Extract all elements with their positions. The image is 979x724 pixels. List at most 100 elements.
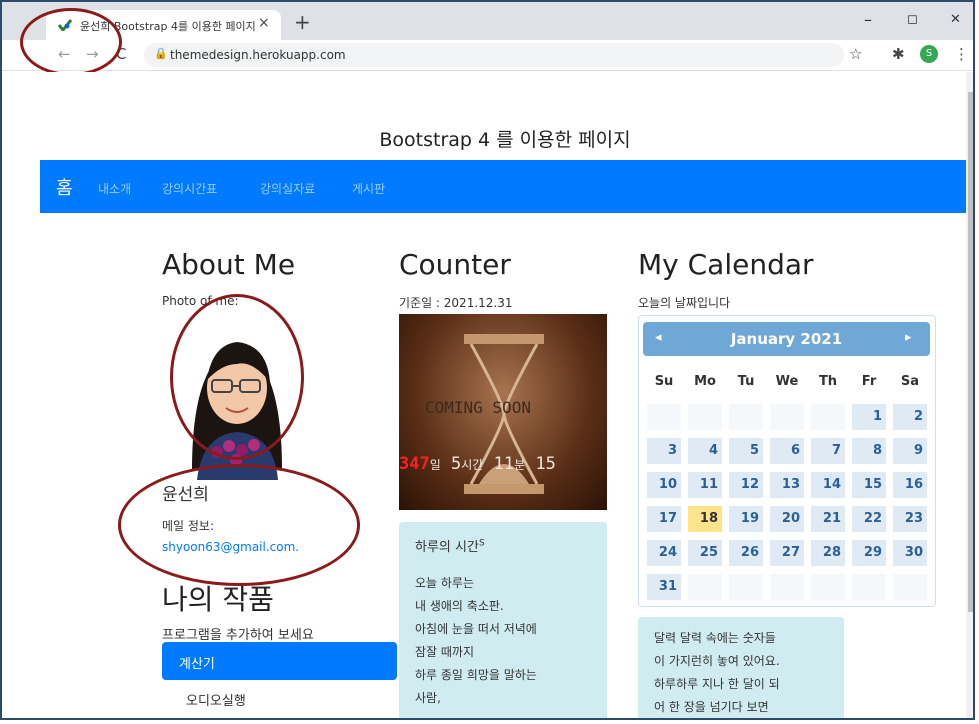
countdown-hours: 5 [451,454,462,474]
extensions-icon[interactable]: ✱ [892,45,905,63]
calendar-day[interactable]: 21 [811,506,845,532]
minimize-icon[interactable]: – [864,10,872,29]
calendar-header: ◂ January 2021 ▸ [643,322,930,356]
calendar-empty-cell [729,574,763,600]
coming-soon-text: COMING SOON [425,398,531,417]
poem-line: 잠잘 때까지 [415,645,475,659]
address-bar[interactable]: 🔒 themedesign.herokuapp.com ☆ [144,43,862,67]
tab-close-icon[interactable]: × [258,15,270,31]
profile-avatar[interactable]: S [920,45,938,63]
note-line: 어 한 장을 넘기다 보면 [654,700,769,714]
calendar-day[interactable]: 18 [688,506,722,532]
calendar-day[interactable]: 31 [647,574,681,600]
calendar-day[interactable]: 23 [893,506,927,532]
nav-link-board[interactable]: 게시판 [352,180,385,197]
page-title: Bootstrap 4 를 이용한 페이지 [379,129,631,151]
calendar-dow-5: Fr [861,374,877,389]
calendar-empty-cell [811,404,845,430]
calendar-day[interactable]: 15 [852,472,886,498]
calendar-day[interactable]: 28 [811,540,845,566]
calendar-day[interactable]: 14 [811,472,845,498]
calendar-day[interactable]: 29 [852,540,886,566]
works-item-label: 계산기 [179,657,215,672]
counter-title: Counter [399,248,511,281]
calendar-day[interactable]: 7 [811,438,845,464]
calendar-dow-3: We [775,374,799,389]
calendar-day[interactable]: 17 [647,506,681,532]
window-close-icon[interactable]: ✕ [950,12,961,27]
calendar-dow-4: Th [818,374,838,389]
poem-line: 하루 종일 희망을 말하는 [415,668,537,682]
nav-home-link[interactable]: 홈 [56,174,73,200]
works-item-audio[interactable]: 오디오실행 [186,690,246,709]
bookmark-star-icon[interactable]: ☆ [849,45,862,63]
calendar-dow-1: Mo [694,374,716,389]
countdown-hours-unit: 시간 [461,458,484,472]
calendar-dow-0: Su [654,374,674,389]
poem-line: 오늘 하루는 [415,576,475,590]
calendar-dow-6: Sa [900,374,920,389]
works-title: 나의 작품 [162,583,274,616]
maximize-icon[interactable]: ◻ [907,12,918,27]
browser-menu-icon[interactable]: ⋮ [954,45,969,63]
works-item-calculator[interactable]: 계산기 [162,642,397,680]
nav-link-materials[interactable]: 강의실자료 [260,180,315,197]
calendar-day[interactable]: 20 [770,506,804,532]
poem-line: 내 생애의 축소판. [415,599,504,613]
calendar-day[interactable]: 1 [852,404,886,430]
works-subtitle: 프로그램을 추가하여 보세요 [162,628,314,643]
calendar-empty-cell [811,574,845,600]
poem-title-text: 하루의 시간 [415,540,479,555]
calendar-day[interactable]: 6 [770,438,804,464]
calendar-day[interactable]: 8 [852,438,886,464]
poem-line: 아침에 눈을 떠서 저녁에 [415,622,537,636]
calendar-day[interactable]: 22 [852,506,886,532]
new-tab-icon[interactable]: + [294,10,311,34]
calendar-day[interactable]: 3 [647,438,681,464]
calendar-empty-cell [688,574,722,600]
calendar-note-box: 달력 달력 속에는 숫자들 이 가지런히 놓여 있어요. 하루하루 지나 한 달… [638,617,844,718]
calendar-day[interactable]: 5 [729,438,763,464]
calendar-day[interactable]: 12 [729,472,763,498]
tab-strip: 윤선희 Bootstrap 4를 이용한 페이지 × + – ◻ ✕ [2,2,973,40]
calendar-next-icon[interactable]: ▸ [905,330,912,345]
calendar-day[interactable]: 27 [770,540,804,566]
calendar-empty-cell [770,574,804,600]
scrollbar-thumb[interactable] [968,92,973,612]
calendar-empty-cell [647,404,681,430]
main-navbar: 홈 내소개 강의시간표 강의실자료 게시판 [40,160,970,213]
nav-link-about[interactable]: 내소개 [98,180,131,197]
poem-box: 하루의 시간S 오늘 하루는 내 생애의 축소판. 아침에 눈을 떠서 저녁에 … [399,522,607,718]
countdown-text: 347일 5시간 11분 15 [399,454,556,474]
calendar-day[interactable]: 13 [770,472,804,498]
nav-link-schedule[interactable]: 강의시간표 [162,180,217,197]
calendar-day[interactable]: 19 [729,506,763,532]
browser-window: 윤선희 Bootstrap 4를 이용한 페이지 × + – ◻ ✕ ← → C… [0,0,975,720]
counter-image: COMING SOON 347일 5시간 11분 15 [399,314,607,510]
calendar-day[interactable]: 9 [893,438,927,464]
page-header: Bootstrap 4 를 이용한 페이지 [40,72,970,160]
calendar-empty-cell [688,404,722,430]
countdown-seconds: 15 [535,454,556,474]
calendar-day[interactable]: 24 [647,540,681,566]
calendar-day[interactable]: 16 [893,472,927,498]
countdown-days: 347 [399,454,430,474]
calendar-day[interactable]: 26 [729,540,763,566]
annotation-circle [20,8,122,76]
calendar-day[interactable]: 4 [688,438,722,464]
calendar-day[interactable]: 25 [688,540,722,566]
url-text[interactable]: themedesign.herokuapp.com [170,48,346,62]
calendar-widget: ◂ January 2021 ▸ Su Mo Tu We Th Fr Sa 1 2 3 4 5 6 7 8 9… [638,315,936,607]
calendar-month-label: January 2021 [730,330,843,348]
calendar-day[interactable]: 10 [647,472,681,498]
calendar-day[interactable]: 2 [893,404,927,430]
calendar-empty-cell [729,404,763,430]
calendar-day[interactable]: 11 [688,472,722,498]
calendar-dow-2: Tu [737,374,755,389]
calendar-empty-cell [893,574,927,600]
countdown-minutes-unit: 분 [514,458,526,472]
calendar-day[interactable]: 30 [893,540,927,566]
note-line: 하루하루 지나 한 달이 되 [654,677,780,691]
poem-line: 사람, [415,691,441,705]
counter-date: 기준일 : 2021.12.31 [399,296,513,310]
